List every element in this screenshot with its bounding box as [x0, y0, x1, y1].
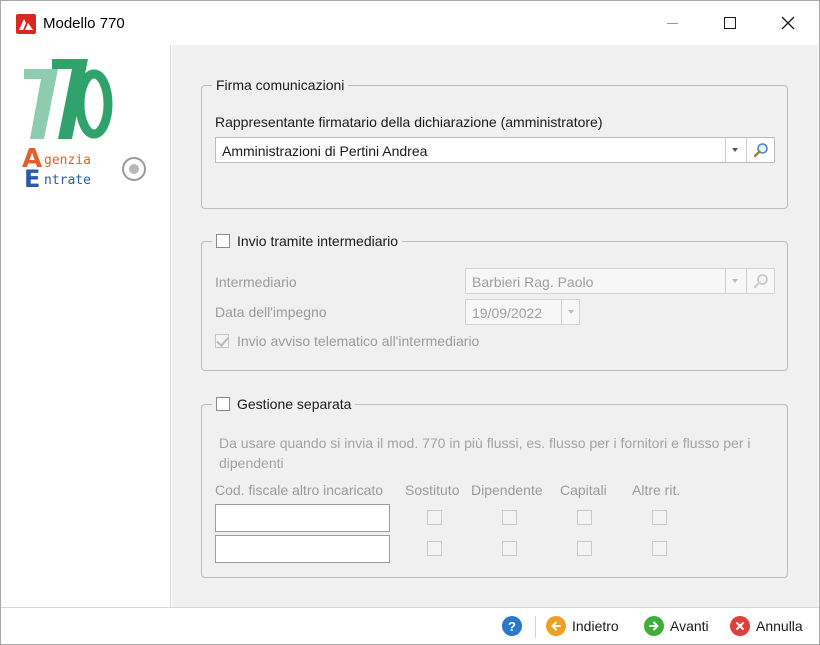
capitali-checkbox-row-1[interactable] [577, 510, 592, 525]
next-button-label: Avanti [670, 618, 709, 634]
minimize-icon [666, 22, 678, 24]
logo-agency-line2: ntrate [44, 173, 91, 187]
gestione-separata-note: Da usare quando si invia il mod. 770 in … [219, 435, 751, 471]
help-icon: ? [502, 616, 522, 636]
arrow-left-icon [546, 616, 566, 636]
back-button-label: Indietro [572, 618, 619, 634]
intermediario-dropdown-icon[interactable] [725, 269, 743, 293]
sostituto-checkbox-row-1[interactable] [427, 510, 442, 525]
main-panel: Firma comunicazioni Rappresentante firma… [172, 45, 818, 607]
intermediario-combo[interactable]: Barbieri Rag. Paolo [465, 268, 775, 294]
next-button[interactable]: Avanti [644, 615, 709, 637]
help-button[interactable]: ? [502, 615, 522, 637]
app-logo-icon [16, 14, 36, 34]
sostituto-checkbox-row-2[interactable] [427, 541, 442, 556]
window-title: Modello 770 [43, 15, 125, 32]
cancel-button-label: Annulla [756, 618, 803, 634]
footer-bar: ? Indietro Avanti Annulla [1, 607, 819, 644]
col-sostituto: Sostituto [405, 482, 460, 498]
cod-fiscale-input-row-2[interactable] [215, 535, 390, 563]
rappresentante-label: Rappresentante firmatario della dichiara… [215, 114, 603, 130]
back-button[interactable]: Indietro [546, 615, 619, 637]
avviso-telematico-label: Invio avviso telematico all'intermediari… [237, 333, 480, 349]
logo-agency-line1: genzia [44, 153, 91, 168]
data-impegno-picker[interactable]: 19/09/2022 [465, 299, 580, 325]
cod-fiscale-input-row-1[interactable] [215, 504, 390, 532]
data-impegno-label: Data dell'impegno [215, 304, 327, 320]
intermediario-legend-text: Invio tramite intermediario [237, 233, 399, 249]
rappresentante-value: Amministrazioni di Pertini Andrea [222, 143, 428, 159]
sidebar: A E genzia ntrate [4, 45, 171, 607]
intermediario-search-button[interactable] [746, 269, 774, 293]
avviso-telematico-checkbox[interactable] [215, 334, 229, 348]
search-icon [753, 143, 768, 158]
rappresentante-combo[interactable]: Amministrazioni di Pertini Andrea [215, 137, 775, 163]
agenzia-entrate-770-logo: A E genzia ntrate [22, 57, 152, 193]
col-cod-fiscale: Cod. fiscale altro incaricato [215, 482, 384, 498]
close-button[interactable] [759, 1, 817, 45]
gestione-legend-text: Gestione separata [237, 396, 352, 412]
cancel-x-icon [730, 616, 750, 636]
capitali-checkbox-row-2[interactable] [577, 541, 592, 556]
intermediario-label: Intermediario [215, 274, 297, 290]
intermediario-value: Barbieri Rag. Paolo [472, 274, 594, 290]
maximize-icon [724, 17, 736, 29]
minimize-button[interactable] [643, 1, 701, 45]
rappresentante-dropdown-icon[interactable] [725, 138, 743, 162]
intermediario-checkbox[interactable] [216, 234, 230, 248]
dialog-window: Modello 770 A E genzia ntrate Firma comu… [0, 0, 820, 645]
col-capitali: Capitali [560, 482, 607, 498]
dipendente-checkbox-row-2[interactable] [502, 541, 517, 556]
close-icon [781, 16, 795, 30]
data-impegno-value: 19/09/2022 [472, 305, 543, 321]
search-icon [753, 274, 768, 289]
col-dipendente: Dipendente [471, 482, 543, 498]
maximize-button[interactable] [701, 1, 759, 45]
data-impegno-dropdown-icon[interactable] [561, 300, 579, 324]
footer-separator [535, 616, 536, 638]
arrow-right-icon [644, 616, 664, 636]
altre-rit-checkbox-row-1[interactable] [652, 510, 667, 525]
dipendente-checkbox-row-1[interactable] [502, 510, 517, 525]
firma-comunicazioni-legend: Firma comunicazioni [212, 77, 349, 93]
firma-legend-text: Firma comunicazioni [216, 77, 345, 93]
logo-letter-e: E [24, 165, 40, 187]
altre-rit-checkbox-row-2[interactable] [652, 541, 667, 556]
rappresentante-search-button[interactable] [746, 138, 774, 162]
cancel-button[interactable]: Annulla [730, 615, 803, 637]
col-altre-rit: Altre rit. [632, 482, 681, 498]
gestione-separata-checkbox[interactable] [216, 397, 230, 411]
title-bar: Modello 770 [1, 1, 819, 45]
gestione-separata-legend[interactable]: Gestione separata [212, 396, 356, 412]
intermediario-legend[interactable]: Invio tramite intermediario [212, 233, 403, 249]
